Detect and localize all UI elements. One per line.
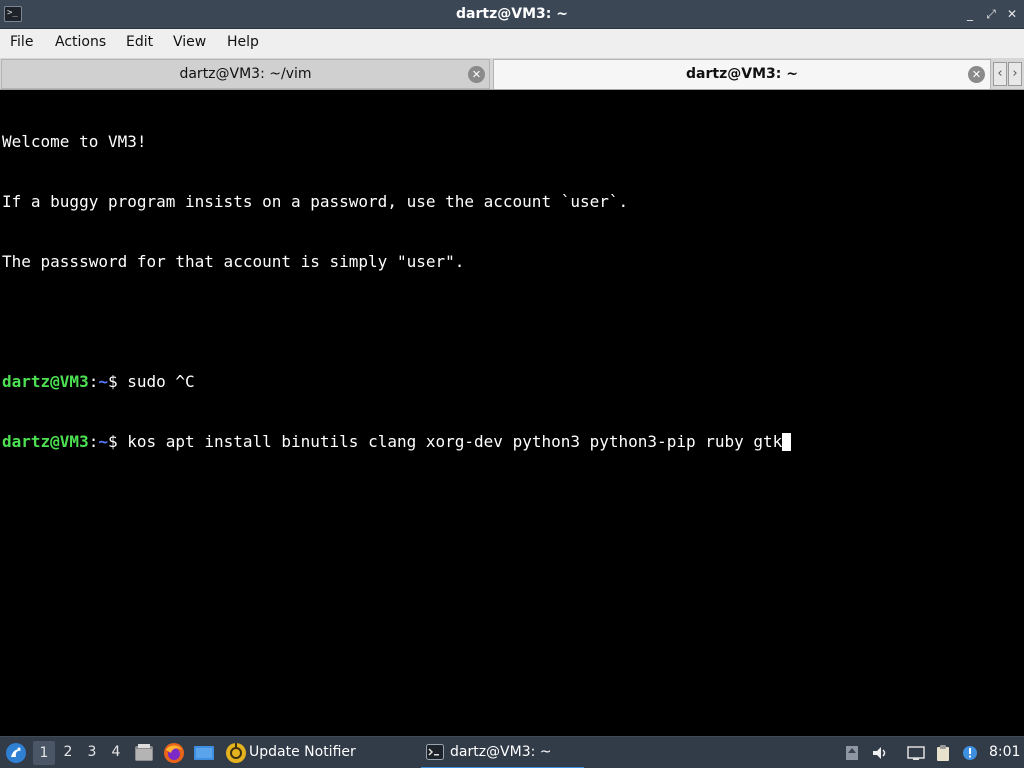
desktop-2[interactable]: 2 — [57, 737, 79, 768]
terminal-prompt-line: dartz@VM3:~$ sudo ^C — [2, 372, 1024, 392]
network-icon[interactable] — [907, 744, 925, 762]
prompt-symbol: $ — [107, 432, 128, 451]
prompt-user: dartz@VM3 — [2, 372, 89, 391]
command-text: sudo ^C — [127, 372, 195, 391]
clipboard-icon[interactable] — [934, 744, 952, 762]
window-titlebar[interactable]: >_ dartz@VM3: ~ _ ⤢ ✕ — [0, 0, 1024, 29]
update-notifier-icon — [226, 743, 246, 763]
tab-scroll-right-icon[interactable]: › — [1008, 62, 1022, 86]
task-terminal[interactable]: dartz@VM3: ~ — [421, 737, 584, 768]
menu-help[interactable]: Help — [219, 29, 267, 58]
menu-view[interactable]: View — [165, 29, 214, 58]
task-terminal-label: dartz@VM3: ~ — [450, 744, 552, 760]
prompt-symbol: $ — [107, 372, 128, 391]
firefox-icon[interactable] — [163, 742, 185, 764]
prompt-separator: : — [88, 432, 99, 451]
volume-icon[interactable] — [871, 744, 889, 762]
terminal-prompt-line[interactable]: dartz@VM3:~$ kos apt install binutils cl… — [2, 432, 1024, 452]
desktop-4[interactable]: 4 — [105, 737, 127, 768]
text-cursor — [782, 433, 792, 451]
terminal-icon — [426, 744, 444, 760]
file-manager-icon[interactable] — [133, 742, 155, 764]
terminal-line: If a buggy program insists on a password… — [2, 192, 629, 211]
prompt-user: dartz@VM3 — [2, 432, 89, 451]
clock[interactable]: 8:01 — [989, 737, 1020, 768]
start-menu-icon[interactable] — [5, 742, 27, 764]
terminal-output[interactable]: Welcome to VM3! If a buggy program insis… — [0, 91, 1024, 736]
command-input[interactable]: kos apt install binutils clang xorg-dev … — [127, 432, 782, 451]
terminal-line: Welcome to VM3! — [2, 132, 147, 151]
tab-scroll-left-icon[interactable]: ‹ — [993, 62, 1007, 86]
taskbar: 1 2 3 4 Update Notifier dartz@VM3: ~ 8:0… — [0, 736, 1024, 768]
desktop-1[interactable]: 1 — [33, 741, 55, 765]
tab-vim[interactable]: dartz@VM3: ~/vim ✕ — [1, 59, 490, 89]
task-update-notifier[interactable]: Update Notifier — [249, 737, 356, 768]
close-button[interactable]: ✕ — [1004, 6, 1020, 22]
terminal-line: The passsword for that account is simply… — [2, 252, 465, 271]
tab-home[interactable]: dartz@VM3: ~ ✕ — [493, 59, 991, 89]
close-tab-icon[interactable]: ✕ — [468, 66, 485, 83]
menu-edit[interactable]: Edit — [118, 29, 161, 58]
prompt-path: ~ — [98, 372, 108, 391]
tab-bar: dartz@VM3: ~/vim ✕ dartz@VM3: ~ ✕ ‹ › — [0, 58, 1024, 90]
tab-label: dartz@VM3: ~/vim — [179, 66, 312, 82]
notification-icon[interactable] — [961, 744, 979, 762]
prompt-separator: : — [88, 372, 99, 391]
menu-bar: File Actions Edit View Help — [0, 29, 1024, 58]
upload-icon[interactable] — [843, 744, 861, 762]
tab-label: dartz@VM3: ~ — [686, 66, 798, 82]
window-title: dartz@VM3: ~ — [456, 6, 568, 22]
desktop-3[interactable]: 3 — [81, 737, 103, 768]
menu-actions[interactable]: Actions — [47, 29, 114, 58]
show-desktop-icon[interactable] — [193, 742, 215, 764]
prompt-path: ~ — [98, 432, 108, 451]
minimize-button[interactable]: _ — [962, 6, 978, 22]
close-tab-icon[interactable]: ✕ — [968, 66, 985, 83]
maximize-button[interactable]: ⤢ — [983, 6, 999, 22]
menu-file[interactable]: File — [2, 29, 41, 58]
